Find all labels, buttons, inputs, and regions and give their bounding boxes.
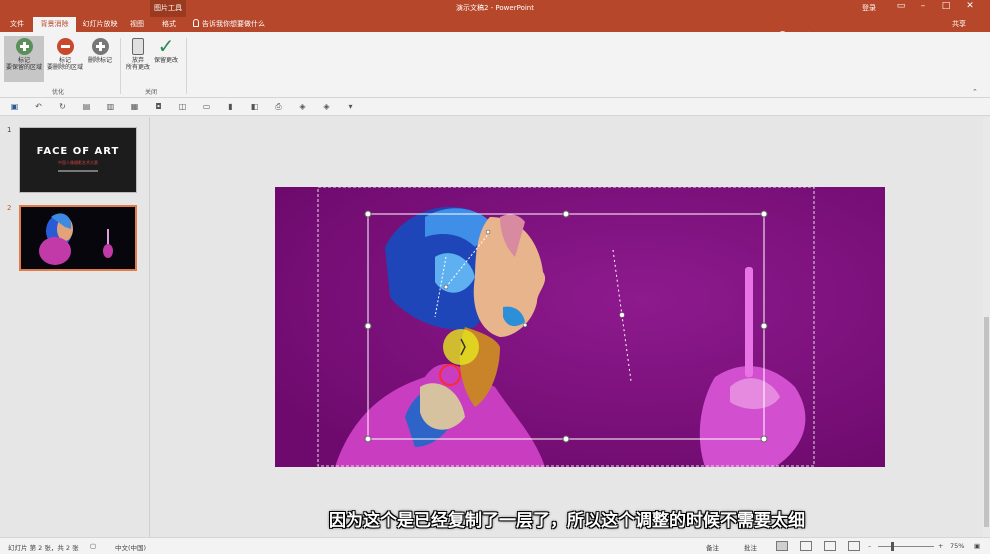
slide-thumbnail-2[interactable] [19,205,137,271]
group-label-close: 关闭 [145,89,158,96]
tab-background-removal[interactable]: 背景消除 [33,17,76,32]
slide-editing-canvas[interactable]: 因为这个是已经复制了一层了，所以这个调整的时候不需要太细 [151,117,983,537]
keep-changes-button[interactable]: ✓ 保留更改 [146,36,186,82]
checkmark-icon: ✓ [157,34,175,58]
status-bar: 幻灯片 第 2 张，共 2 张 ▢ 中文(中国) 备注 批注 – + 75% ▣ [0,537,990,554]
zoom-in-icon[interactable]: + [938,542,943,550]
comment-icon[interactable]: ▭ [201,101,212,112]
close-icon[interactable]: ✕ [962,1,978,11]
delete-mark-button[interactable]: 删除标记 [80,36,120,82]
tab-slideshow[interactable]: 幻灯片放映 [79,17,121,32]
slide-sorter-icon[interactable] [800,541,812,551]
tell-me-box[interactable]: 告诉我你想要做什么 [193,19,265,29]
selection-overlay [317,187,815,467]
normal-view-icon[interactable] [776,541,788,551]
format-painter-icon[interactable]: ▥ [105,101,116,112]
start-slideshow-icon[interactable]: ▤ [81,101,92,112]
zoom-level[interactable]: 75% [950,542,964,550]
vertical-scrollbar[interactable] [983,117,990,537]
lightbulb-icon [193,19,199,27]
mark-keep-icon [15,38,33,55]
minimize-icon[interactable]: – [915,1,931,11]
video-icon[interactable]: ◧ [249,101,260,112]
notes-button[interactable]: 备注 [706,542,719,552]
tab-format[interactable]: 格式 [153,17,185,32]
slide-number: 1 [7,126,12,134]
align-icon[interactable]: ▦ [129,101,140,112]
quick-access-toolbar: ▣ ↶ ↻ ▤ ▥ ▦ ◘ ◫ ▭ ▮ ◧ ⎙ ◈ ◈ ▾ [0,98,990,116]
video-subtitle: 因为这个是已经复制了一层了，所以这个调整的时候不需要太细 [329,511,805,531]
save-icon[interactable]: ▣ [9,101,20,112]
slide-photo[interactable] [275,187,885,467]
mark-remove-icon [56,38,74,55]
thumbnail-title: FACE OF ART [36,146,120,157]
comments-button[interactable]: 批注 [744,542,757,552]
slide-thumbnails-panel: 1 FACE OF ART 中国人像摄影艺术大赛 2 [0,117,150,537]
group-label-refine: 优化 [52,89,65,96]
thumbnail-line [58,170,98,172]
ribbon: 标记 要保留的区域 标记 要删除的区域 删除标记 优化 放弃 所有更改 ✓ 保留… [0,32,990,98]
scrollbar-thumb[interactable] [984,317,989,527]
trash-icon [132,38,144,55]
group-separator [186,38,187,94]
ribbon-display-icon[interactable]: ▭ [893,1,909,11]
login-link[interactable]: 登录 [862,3,876,13]
tell-me-text: 告诉我你想要做什么 [202,20,265,28]
reading-view-icon[interactable] [824,541,836,551]
zoom-slider[interactable] [878,546,934,547]
zoom-slider-knob[interactable] [891,542,894,551]
crop-icon[interactable]: ◫ [177,101,188,112]
powerpoint-window: 图片工具 演示文稿2 - PowerPoint 登录 ▭ – □ ✕ 文件 背景… [0,0,990,554]
redo-icon[interactable]: ↻ [57,101,68,112]
thumbnail-subtitle: 中国人像摄影艺术大赛 [58,160,98,165]
shapes-icon[interactable]: ◈ [297,101,308,112]
mark-keep-button[interactable]: 标记 要保留的区域 [4,36,44,82]
group-icon[interactable]: ◈ [321,101,332,112]
window-title: 演示文稿2 - PowerPoint [456,4,534,12]
print-icon[interactable]: ⎙ [273,101,284,112]
customize-qat-icon[interactable]: ▾ [345,101,356,112]
thumbnail-portrait-image [39,213,113,265]
tab-file[interactable]: 文件 [4,17,30,32]
zoom-out-icon[interactable]: – [868,542,871,550]
slide-thumbnail-1[interactable]: FACE OF ART 中国人像摄影艺术大赛 [19,127,137,193]
collapse-ribbon-icon[interactable]: ⌃ [972,88,978,96]
slide-number: 2 [7,204,12,212]
spellcheck-icon[interactable]: ▢ [90,542,96,550]
chart-icon[interactable]: ▮ [225,101,236,112]
tab-view[interactable]: 视图 [124,17,150,32]
undo-icon[interactable]: ↶ [33,101,44,112]
delete-mark-icon [91,38,109,55]
fit-slide-icon[interactable]: ▣ [974,542,980,550]
mark-remove-button[interactable]: 标记 要删除的区域 [45,36,85,82]
slide-counter: 幻灯片 第 2 张，共 2 张 [8,544,79,552]
language-indicator[interactable]: 中文(中国) [115,542,146,552]
share-button[interactable]: 共享 [952,19,966,29]
lock-icon[interactable]: ◘ [153,101,164,112]
slideshow-view-icon[interactable] [848,541,860,551]
maximize-icon[interactable]: □ [938,1,954,11]
